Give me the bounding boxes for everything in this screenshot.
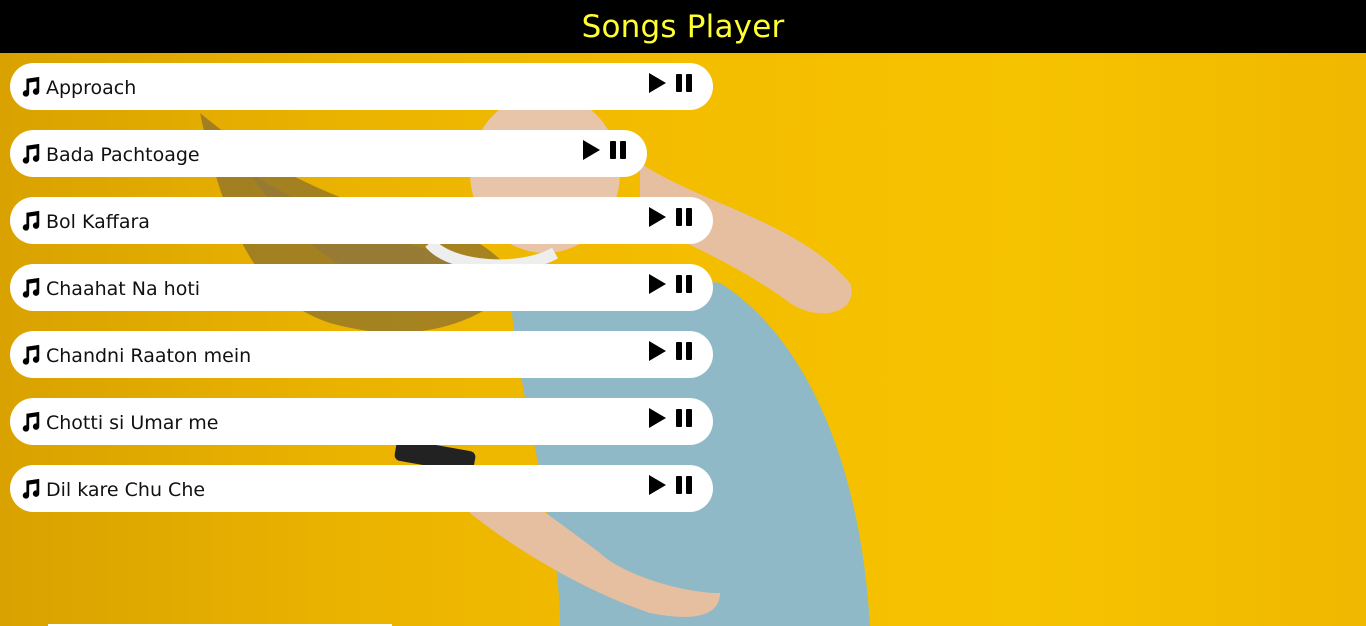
play-icon[interactable] (647, 407, 667, 429)
page-title: Songs Player (581, 8, 785, 45)
pause-icon[interactable] (608, 139, 628, 161)
song-title: Chandni Raaton mein (46, 345, 252, 367)
music-note-icon (22, 411, 40, 432)
play-icon[interactable] (647, 72, 667, 94)
song-title: Bada Pachtoage (46, 144, 200, 166)
song-row: Chotti si Umar me (10, 398, 713, 445)
song-title: Chaahat Na hoti (46, 278, 201, 300)
play-icon[interactable] (647, 474, 667, 496)
music-note-icon (22, 210, 40, 231)
song-row: Bada Pachtoage (10, 130, 647, 177)
pause-icon[interactable] (674, 206, 694, 228)
music-note-icon (22, 478, 40, 499)
pause-icon[interactable] (674, 340, 694, 362)
play-icon[interactable] (581, 139, 601, 161)
pause-icon[interactable] (674, 72, 694, 94)
song-title: Chotti si Umar me (46, 412, 219, 434)
play-icon[interactable] (647, 273, 667, 295)
music-note-icon (22, 277, 40, 298)
music-note-icon (22, 76, 40, 97)
pause-icon[interactable] (674, 273, 694, 295)
app-header: Songs Player (0, 0, 1366, 53)
music-note-icon (22, 344, 40, 365)
pause-icon[interactable] (674, 474, 694, 496)
song-row: Approach (10, 63, 713, 110)
play-icon[interactable] (647, 340, 667, 362)
play-icon[interactable] (647, 206, 667, 228)
song-title: Dil kare Chu Che (46, 479, 206, 501)
music-note-icon (22, 143, 40, 164)
song-row: Chandni Raaton mein (10, 331, 713, 378)
pause-icon[interactable] (674, 407, 694, 429)
song-row: Bol Kaffara (10, 197, 713, 244)
song-title: Approach (46, 77, 137, 99)
song-title: Bol Kaffara (46, 211, 150, 233)
song-row: Chaahat Na hoti (10, 264, 713, 311)
song-row: Dil kare Chu Che (10, 465, 713, 512)
